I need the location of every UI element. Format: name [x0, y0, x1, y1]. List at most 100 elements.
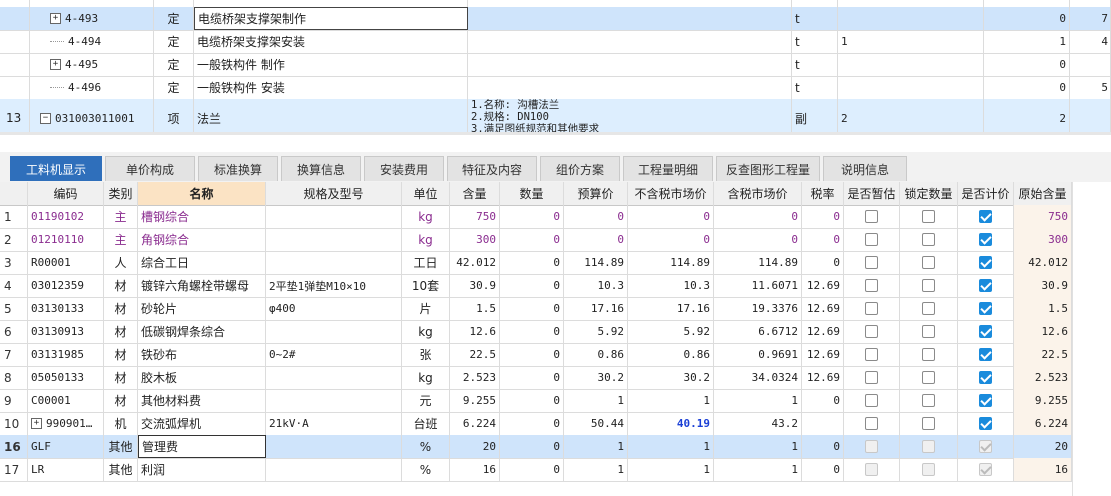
expand-toggle-icon[interactable]: + [50, 13, 61, 24]
grid-row[interactable]: 2 01210110 主角钢综合 kg 300 0 0 0 0 0 300 [0, 228, 1072, 252]
tree-row-quota[interactable]: 4-494 定电缆桥架支撑架安装 t 1 1 4 [0, 30, 1111, 54]
cell-name[interactable]: 管理费 [138, 435, 266, 458]
cell-qty[interactable]: 0 [500, 389, 564, 412]
cell-mkt_ex[interactable]: 1 [628, 458, 714, 481]
tree-row-quota[interactable]: +4-493 定电缆桥架支撑架制作 t 0 7 [0, 7, 1111, 31]
column-header[interactable]: 是否暂估 [844, 182, 900, 205]
cell-content[interactable]: 6.224 [450, 412, 500, 435]
cell-content[interactable]: 12.6 [450, 320, 500, 343]
cell-qty[interactable]: 0 [500, 228, 564, 251]
tree-row-item[interactable]: 13−031003011001 项法兰 1.名称: 沟槽法兰 2.规格: DN100 3… [0, 99, 1111, 135]
cell-qty[interactable]: 0 [500, 343, 564, 366]
tree-row-quota[interactable]: 4-496 定一般铁构件 安装 t 0 5 [0, 76, 1111, 100]
cell-qty[interactable]: 0 [500, 412, 564, 435]
cell-budget[interactable]: 1 [564, 458, 628, 481]
checkbox-est[interactable] [865, 325, 878, 338]
tree-row-quota[interactable]: +4-495 定一般铁构件 制作 t 0 [0, 53, 1111, 77]
item-qty[interactable]: 2 [838, 99, 984, 135]
cell-content[interactable]: 2.523 [450, 366, 500, 389]
tab-6[interactable]: 特征及内容 [447, 156, 537, 181]
cell-budget[interactable]: 17.16 [564, 297, 628, 320]
column-header[interactable]: 是否计价 [958, 182, 1014, 205]
quota-name[interactable]: 电缆桥架支撑架安装 [194, 30, 468, 53]
cell-content[interactable]: 300 [450, 228, 500, 251]
cell-content[interactable]: 9.255 [450, 389, 500, 412]
cell-orig[interactable]: 16 [1014, 458, 1072, 481]
cell-mkt_ex[interactable]: 114.89 [628, 251, 714, 274]
checkbox-est[interactable] [865, 371, 878, 384]
cell-qty[interactable]: 0 [500, 458, 564, 481]
checkbox-lock[interactable] [922, 233, 935, 246]
cell-orig[interactable]: 300 [1014, 228, 1072, 251]
quota-name[interactable]: 电缆桥架支撑架制作 [194, 7, 468, 30]
checkbox-est[interactable] [865, 233, 878, 246]
cell-mkt_in[interactable]: 0.9691 [714, 343, 802, 366]
cell-mkt_ex[interactable]: 0.86 [628, 343, 714, 366]
tab-3[interactable]: 标准换算 [198, 156, 278, 181]
cell-orig[interactable]: 42.012 [1014, 251, 1072, 274]
cell-qty[interactable]: 0 [500, 435, 564, 458]
grid-row[interactable]: 1 01190102 主槽钢综合 kg 750 0 0 0 0 0 750 [0, 205, 1072, 229]
checkbox-lock[interactable] [922, 348, 935, 361]
cell-orig[interactable]: 30.9 [1014, 274, 1072, 297]
cell-mkt_in[interactable]: 114.89 [714, 251, 802, 274]
column-header[interactable]: 不含税市场价 [628, 182, 714, 205]
checkbox-est[interactable] [865, 279, 878, 292]
checkbox-priced[interactable] [979, 279, 992, 292]
cell-mkt_in[interactable]: 0 [714, 205, 802, 228]
cell-mkt_in[interactable]: 1 [714, 435, 802, 458]
column-header[interactable]: 名称 [138, 182, 266, 205]
quota-qty[interactable] [838, 76, 984, 99]
column-header[interactable]: 类别 [104, 182, 138, 205]
cell-mkt_in[interactable]: 6.6712 [714, 320, 802, 343]
checkbox-priced[interactable] [979, 325, 992, 338]
cell-mkt_in[interactable]: 11.6071 [714, 274, 802, 297]
upper-scrollbar[interactable] [0, 132, 1111, 135]
checkbox-priced[interactable] [979, 394, 992, 407]
cell-content[interactable]: 16 [450, 458, 500, 481]
grid-row[interactable]: 7 03131985 材铁砂布 0~2# 张 22.5 0 0.86 0.86 0.9691 12.… [0, 343, 1072, 367]
checkbox-lock[interactable] [922, 325, 935, 338]
grid-row[interactable]: 4 03012359 材镀锌六角螺栓带螺母 2平垫1弹垫M10×10 10套 30.9 0 1… [0, 274, 1072, 298]
tab-2[interactable]: 单价构成 [105, 156, 195, 181]
cell-mkt_ex[interactable]: 17.16 [628, 297, 714, 320]
checkbox-priced[interactable] [979, 233, 992, 246]
checkbox-lock[interactable] [922, 417, 935, 430]
checkbox-priced[interactable] [979, 348, 992, 361]
cell-orig[interactable]: 2.523 [1014, 366, 1072, 389]
grid-row[interactable]: 10 +990901… 机交流弧焊机 21kV·A 台班 6.224 0 50.44 40.19… [0, 412, 1072, 436]
checkbox-priced[interactable] [979, 302, 992, 315]
checkbox-est[interactable] [865, 417, 878, 430]
column-header[interactable]: 规格及型号 [266, 182, 402, 205]
checkbox-lock[interactable] [922, 302, 935, 315]
cell-mkt_ex[interactable]: 1 [628, 435, 714, 458]
cell-budget[interactable]: 0 [564, 205, 628, 228]
cell-mkt_ex[interactable]: 5.92 [628, 320, 714, 343]
cell-orig[interactable]: 750 [1014, 205, 1072, 228]
checkbox-est[interactable] [865, 394, 878, 407]
quota-qty[interactable]: 1 [838, 30, 984, 53]
cell-mkt_in[interactable]: 34.0324 [714, 366, 802, 389]
column-header[interactable]: 锁定数量 [900, 182, 958, 205]
cell-budget[interactable]: 0 [564, 228, 628, 251]
cell-content[interactable]: 1.5 [450, 297, 500, 320]
checkbox-est[interactable] [865, 302, 878, 315]
tab-9[interactable]: 反查图形工程量 [716, 156, 820, 181]
cell-mkt_in[interactable]: 1 [714, 458, 802, 481]
tab-7[interactable]: 组价方案 [540, 156, 620, 181]
checkbox-lock[interactable] [922, 279, 935, 292]
cell-mkt_ex[interactable]: 40.19 [628, 412, 714, 435]
tab-10[interactable]: 说明信息 [823, 156, 907, 181]
cell-mkt_ex[interactable]: 30.2 [628, 366, 714, 389]
grid-row[interactable]: 17 LR 其他 利润% 16 0 1 1 1 0 16 [0, 458, 1072, 482]
cell-budget[interactable]: 1 [564, 435, 628, 458]
cell-budget[interactable]: 5.92 [564, 320, 628, 343]
column-header[interactable]: 单位 [402, 182, 450, 205]
cell-orig[interactable]: 1.5 [1014, 297, 1072, 320]
cell-content[interactable]: 20 [450, 435, 500, 458]
checkbox-est[interactable] [865, 256, 878, 269]
cell-qty[interactable]: 0 [500, 251, 564, 274]
checkbox-lock[interactable] [922, 210, 935, 223]
checkbox-priced[interactable] [979, 371, 992, 384]
tab-5[interactable]: 安装费用 [364, 156, 444, 181]
